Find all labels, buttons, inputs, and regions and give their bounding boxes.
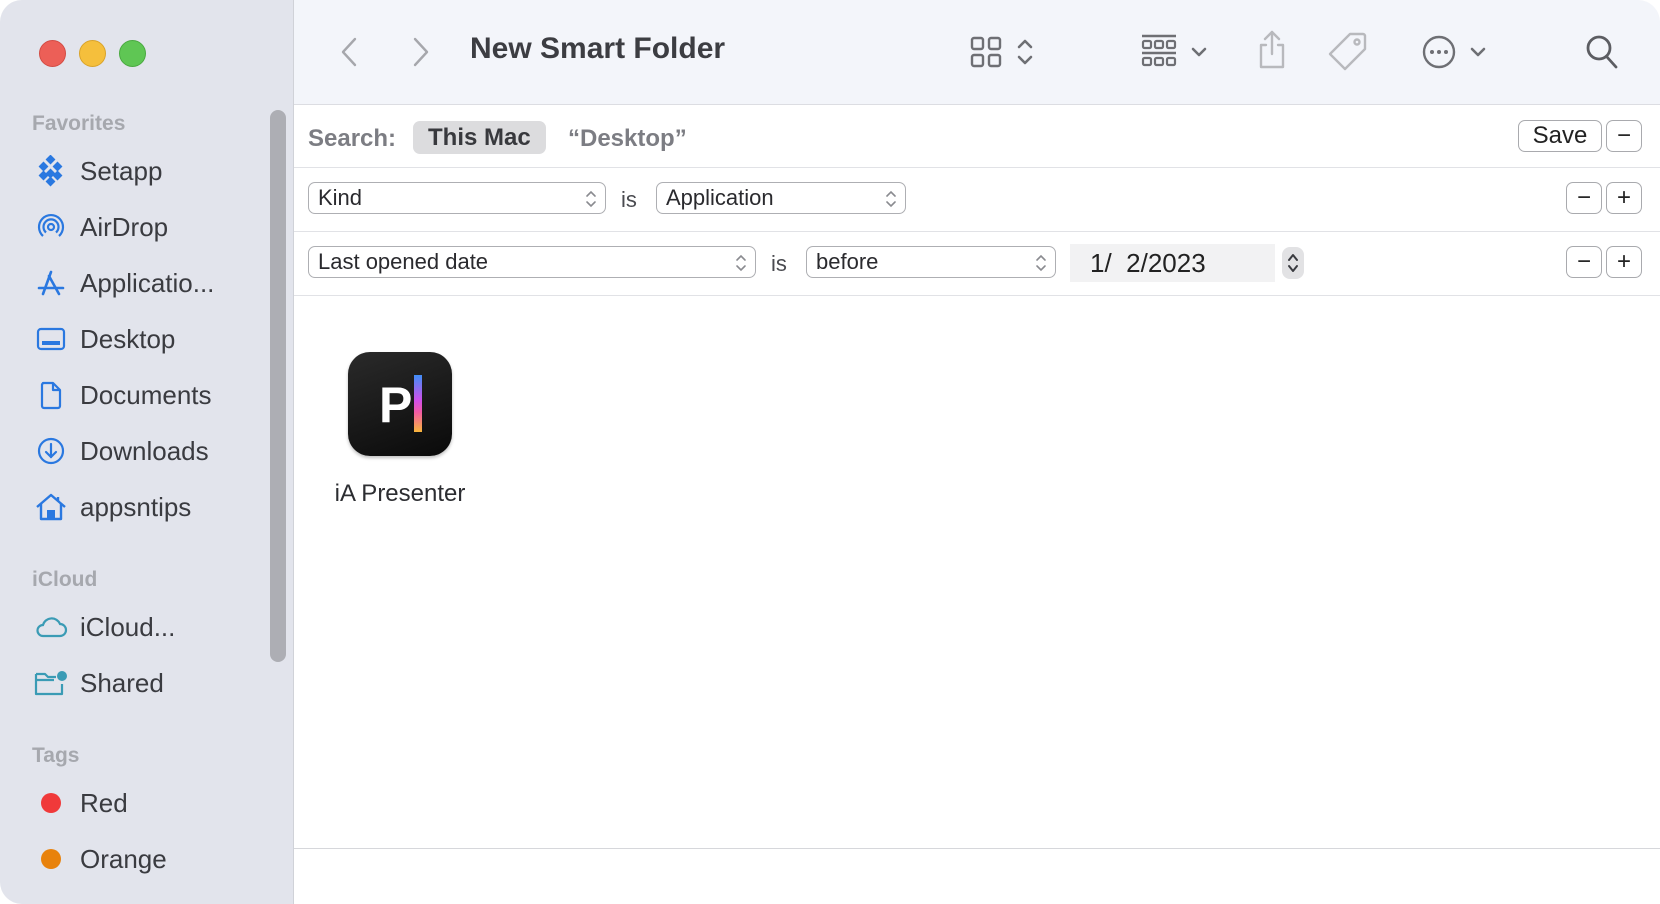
minimize-button[interactable] <box>79 40 106 67</box>
search-button[interactable] <box>1582 30 1622 74</box>
sidebar-tag-red[interactable]: Red <box>34 783 128 823</box>
chevron-down-icon <box>1470 47 1486 57</box>
sidebar-item-label: Orange <box>80 843 167 874</box>
sidebar-item-label: Setapp <box>80 155 163 186</box>
criteria-row: Last opened date is before 1/ 2/2023 − + <box>294 232 1660 296</box>
operator-label: is <box>771 251 787 276</box>
airdrop-icon <box>34 210 68 244</box>
value-text: before <box>816 249 879 274</box>
sidebar-item-applications[interactable]: Applicatio... <box>34 263 214 303</box>
date-operator-popup[interactable]: before <box>806 246 1056 278</box>
icloud-icon <box>34 610 68 644</box>
main-pane: New Smart Folder Search: This Mac “Deskt… <box>294 0 1660 904</box>
sidebar-heading-icloud: iCloud <box>32 568 98 591</box>
up-down-chevron-icon <box>1288 254 1298 272</box>
tag-icon <box>1328 32 1367 71</box>
sidebar-item-setapp[interactable]: Setapp <box>34 151 162 191</box>
zoom-button[interactable] <box>119 40 146 67</box>
icon-view-icon <box>970 36 1002 68</box>
tag-button[interactable] <box>1326 28 1370 74</box>
remove-criterion-button[interactable]: − <box>1566 182 1602 214</box>
share-button[interactable] <box>1252 26 1292 74</box>
value-popup[interactable]: Application <box>656 182 906 214</box>
operator-label: is <box>621 187 637 212</box>
remove-search-button[interactable]: − <box>1606 120 1642 152</box>
toolbar: New Smart Folder <box>294 0 1660 105</box>
attribute-value: Last opened date <box>318 249 489 274</box>
scope-desktop[interactable]: “Desktop” <box>568 125 687 153</box>
file-name: iA Presenter <box>334 480 466 507</box>
add-criterion-button[interactable]: + <box>1606 246 1642 278</box>
finder-window: Favorites Setapp AirDrop Applicatio... D… <box>0 0 1660 904</box>
sidebar-item-label: Applicatio... <box>80 267 215 298</box>
attribute-popup[interactable]: Kind <box>308 182 606 214</box>
chevron-down-icon <box>1191 47 1207 57</box>
search-icon <box>1586 35 1618 69</box>
sidebar-item-icloud-drive[interactable]: iCloud... <box>34 607 175 647</box>
close-button[interactable] <box>39 40 66 67</box>
date-value: 1/ 2/2023 <box>1090 247 1206 278</box>
sidebar-item-label: Red <box>80 787 128 818</box>
sidebar-item-label: Downloads <box>80 435 209 466</box>
group-by-icon <box>1141 34 1177 67</box>
sidebar: Favorites Setapp AirDrop Applicatio... D… <box>0 0 294 904</box>
sidebar-item-airdrop[interactable]: AirDrop <box>34 207 168 247</box>
add-criterion-button[interactable]: + <box>1606 182 1642 214</box>
sidebar-item-label: Desktop <box>80 323 176 354</box>
search-scope-bar: Search: This Mac “Desktop” Save − <box>294 105 1660 168</box>
view-mode-button[interactable] <box>964 32 1040 72</box>
sidebar-scrollbar[interactable] <box>270 110 286 662</box>
more-actions-button[interactable] <box>1412 30 1496 74</box>
ia-presenter-app-icon: P <box>348 352 452 456</box>
more-icon <box>1422 35 1456 69</box>
sidebar-heading-favorites: Favorites <box>32 112 126 135</box>
sidebar-item-label: iCloud... <box>80 611 176 642</box>
back-button[interactable] <box>334 34 364 70</box>
sidebar-item-label: Documents <box>80 379 212 410</box>
up-down-chevron-icon <box>1036 254 1046 272</box>
forward-button[interactable] <box>406 34 436 70</box>
sidebar-item-label: appsntips <box>80 491 192 522</box>
applications-icon <box>34 266 68 300</box>
sidebar-item-documents[interactable]: Documents <box>34 375 212 415</box>
chevron-right-icon <box>413 37 429 67</box>
sidebar-item-label: Shared <box>80 667 164 698</box>
window-title: New Smart Folder <box>470 32 726 65</box>
downloads-icon <box>34 434 68 468</box>
remove-criterion-button[interactable]: − <box>1566 246 1602 278</box>
tag-red-dot-icon <box>41 793 61 813</box>
document-icon <box>34 378 68 412</box>
sidebar-tag-orange[interactable]: Orange <box>34 839 167 879</box>
path-bar-divider <box>294 848 1660 849</box>
chevron-left-icon <box>341 37 357 67</box>
save-button[interactable]: Save <box>1518 120 1602 152</box>
sidebar-item-label: AirDrop <box>80 211 169 242</box>
criteria-row: Kind is Application − + <box>294 168 1660 232</box>
sidebar-heading-tags: Tags <box>32 744 80 767</box>
shared-folder-icon <box>34 666 68 700</box>
group-by-button[interactable] <box>1136 30 1212 74</box>
sidebar-item-desktop[interactable]: Desktop <box>34 319 175 359</box>
date-stepper[interactable] <box>1282 247 1304 279</box>
sidebar-item-downloads[interactable]: Downloads <box>34 431 209 471</box>
sidebar-item-home[interactable]: appsntips <box>34 487 191 527</box>
attribute-value: Kind <box>318 185 363 210</box>
sidebar-item-shared[interactable]: Shared <box>34 663 164 703</box>
attribute-popup[interactable]: Last opened date <box>308 246 756 278</box>
share-icon <box>1259 30 1285 69</box>
home-icon <box>34 490 68 524</box>
file-item[interactable]: P iA Presenter <box>320 352 480 508</box>
up-down-chevron-icon <box>586 190 596 208</box>
desktop-icon <box>34 322 68 356</box>
tag-orange-dot-icon <box>41 849 61 869</box>
date-field[interactable]: 1/ 2/2023 <box>1070 244 1275 282</box>
up-down-chevron-icon <box>1017 39 1033 65</box>
scope-this-mac[interactable]: This Mac <box>413 121 546 154</box>
value-text: Application <box>666 185 774 210</box>
search-label: Search: <box>308 125 397 152</box>
up-down-chevron-icon <box>886 190 896 208</box>
up-down-chevron-icon <box>736 254 746 272</box>
setapp-icon <box>34 154 68 188</box>
